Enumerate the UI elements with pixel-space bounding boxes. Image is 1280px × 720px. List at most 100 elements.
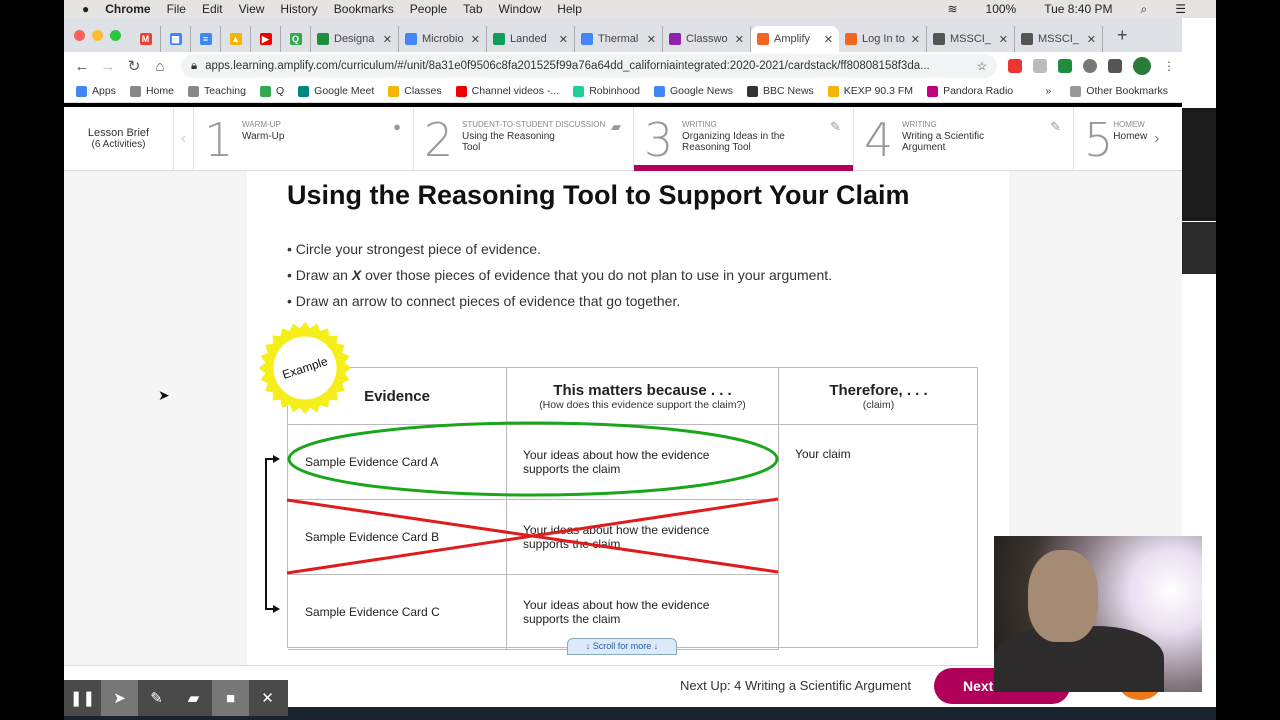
close-tab-icon[interactable]: ✕ — [999, 33, 1008, 46]
close-tab-icon[interactable]: ✕ — [471, 33, 480, 46]
browser-tab[interactable]: Log In to ✕ — [839, 26, 927, 52]
profile-avatar[interactable] — [1133, 57, 1151, 75]
list-icon[interactable]: ☰ — [1175, 2, 1186, 17]
close-tab-icon[interactable]: ✕ — [911, 33, 920, 46]
activity-number: 4 — [864, 113, 894, 167]
menu-chrome[interactable]: Chrome — [105, 2, 150, 16]
webcam-overlay[interactable] — [994, 536, 1202, 692]
recording-toolbar: ❚❚ ➤ ✎ ▰ ■ ✕ — [64, 680, 288, 716]
bookmark-item[interactable]: Pandora Radio — [927, 85, 1013, 97]
close-tab-icon[interactable]: ✕ — [735, 33, 744, 46]
activity-tab-2[interactable]: 2 Student-to-Student Discussion Using the … — [414, 107, 634, 170]
close-tab-icon[interactable]: ✕ — [647, 33, 656, 46]
bookmark-item[interactable]: KEXP 90.3 FM — [827, 85, 914, 97]
browser-tab[interactable]: MSSCI_ ✕ — [927, 26, 1015, 52]
menu-help[interactable]: Help — [557, 2, 582, 16]
browser-tab[interactable]: Classwo ✕ — [663, 26, 751, 52]
menu-window[interactable]: Window — [499, 2, 542, 16]
tab-calendar[interactable]: ▦ — [161, 26, 191, 52]
menu-file[interactable]: File — [167, 2, 186, 16]
tab-docs[interactable]: ≡ — [191, 26, 221, 52]
activity-tab-1[interactable]: 1 Warm-Up Warm-Up ● — [194, 107, 414, 170]
tab-youtube[interactable]: ▶ — [251, 26, 281, 52]
mac-menubar: ● Chrome File Edit View History Bookmark… — [64, 0, 1216, 18]
browser-tab[interactable]: MSSCI_ ✕ — [1015, 26, 1103, 52]
tab-q[interactable]: Q — [281, 26, 311, 52]
bookmark-item[interactable]: BBC News — [747, 85, 814, 97]
search-icon[interactable]: ⌕ — [1141, 2, 1148, 17]
menu-history[interactable]: History — [280, 2, 317, 16]
sheets-extension-icon[interactable] — [1058, 59, 1072, 73]
browser-tab[interactable]: Landed ✕ — [487, 26, 575, 52]
browser-tab[interactable]: Microbio ✕ — [399, 26, 487, 52]
bookmark-star-icon[interactable]: ☆ — [977, 59, 987, 73]
battery-level[interactable]: 100% — [986, 2, 1017, 17]
browser-tab[interactable]: Thermal ✕ — [575, 26, 663, 52]
extension-icon[interactable] — [1033, 59, 1047, 73]
bookmark-item[interactable]: Google Meet — [298, 85, 374, 97]
claim-cell: Your claim — [779, 425, 978, 648]
back-button[interactable]: ← — [69, 58, 95, 75]
bookmark-icon — [573, 85, 585, 97]
close-tab-icon[interactable]: ✕ — [383, 33, 392, 46]
address-bar[interactable]: 🔒︎ apps.learning.amplify.com/curriculum/… — [181, 54, 997, 78]
bookmark-item[interactable]: Robinhood — [573, 85, 640, 97]
close-tab-icon[interactable]: ✕ — [1087, 33, 1096, 46]
close-tab-icon[interactable]: ✕ — [824, 33, 833, 46]
extension-icon[interactable] — [1008, 59, 1022, 73]
other-bookmarks[interactable]: » Other Bookmarks — [1045, 85, 1168, 97]
activity-tab-4[interactable]: 4 Writing Writing a Scientific Argument ✎ — [854, 107, 1074, 170]
bookmark-icon — [927, 85, 939, 97]
browser-tab[interactable]: Designa ✕ — [311, 26, 399, 52]
menu-tab[interactable]: Tab — [463, 2, 482, 16]
puzzle-extensions-icon[interactable] — [1108, 59, 1122, 73]
person-extension-icon[interactable] — [1083, 59, 1097, 73]
zoom-window-button[interactable] — [110, 29, 121, 41]
tab-gmail[interactable]: M — [131, 26, 161, 52]
tab-title: Amplify — [774, 33, 811, 45]
tab-favicon-icon — [1021, 33, 1033, 45]
menu-kebab-icon[interactable]: ⋮ — [1163, 59, 1175, 73]
bookmark-item[interactable]: Apps — [76, 85, 116, 97]
bookmark-label: KEXP 90.3 FM — [843, 85, 914, 97]
tab-drive[interactable]: ▲ — [221, 26, 251, 52]
activity-tab-5[interactable]: 5 Homew Homew — [1074, 107, 1154, 170]
pause-icon[interactable]: ❚❚ — [64, 680, 101, 716]
menu-people[interactable]: People — [410, 2, 447, 16]
wifi-icon[interactable]: ≋ — [947, 2, 957, 17]
reload-button[interactable]: ↻ — [121, 57, 147, 75]
bookmark-icon — [747, 85, 759, 97]
close-icon[interactable]: ✕ — [249, 680, 286, 716]
bookmark-item[interactable]: Classes — [388, 85, 442, 97]
menu-edit[interactable]: Edit — [202, 2, 223, 16]
clock[interactable]: Tue 8:40 PM — [1044, 2, 1112, 17]
more-bookmarks-icon[interactable]: » — [1045, 85, 1051, 97]
minimize-window-button[interactable] — [92, 29, 103, 41]
pen-icon[interactable]: ✎ — [138, 680, 175, 716]
lesson-brief-button[interactable]: Lesson Brief (6 Activities) — [64, 107, 174, 170]
highlighter-icon[interactable]: ▰ — [175, 680, 212, 716]
browser-tab[interactable]: Amplify ✕ — [751, 26, 839, 52]
forward-button[interactable]: → — [95, 58, 121, 75]
close-window-button[interactable] — [74, 29, 85, 41]
menu-bookmarks[interactable]: Bookmarks — [334, 2, 394, 16]
bookmark-item[interactable]: Q — [259, 85, 285, 97]
url-text[interactable]: apps.learning.amplify.com/curriculum/#/u… — [205, 60, 969, 72]
menu-view[interactable]: View — [239, 2, 265, 16]
bookmark-item[interactable]: Google News — [654, 85, 733, 97]
prev-arrow-icon[interactable]: ‹ — [174, 107, 194, 170]
close-tab-icon[interactable]: ✕ — [559, 33, 568, 46]
scroll-for-more-button[interactable]: ↓ Scroll for more ↓ — [567, 638, 677, 655]
bookmark-label: Teaching — [203, 85, 246, 97]
camera-icon[interactable]: ■ — [212, 680, 249, 716]
activity-tab-3[interactable]: 3 Writing Organizing Ideas in the Reasonin… — [634, 107, 854, 171]
apple-icon[interactable]: ● — [82, 2, 89, 16]
bookmark-item[interactable]: Channel videos -... — [455, 85, 559, 97]
bookmark-label: Q — [275, 85, 285, 97]
bookmark-item[interactable]: Teaching — [187, 85, 246, 97]
pointer-icon[interactable]: ➤ — [101, 680, 138, 716]
bookmark-item[interactable]: Home — [129, 85, 174, 97]
bullet-text: over those pieces of evidence that you d… — [365, 267, 833, 283]
home-button[interactable]: ⌂ — [147, 58, 173, 75]
new-tab-button[interactable]: + — [1117, 25, 1128, 46]
